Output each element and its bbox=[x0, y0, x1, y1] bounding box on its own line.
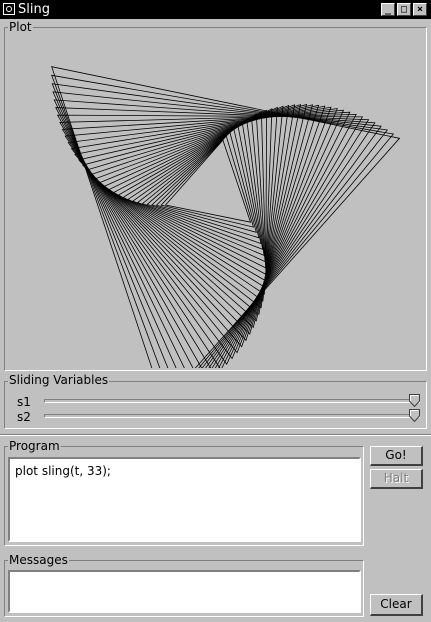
minimize-icon[interactable]: _ bbox=[381, 3, 395, 16]
slider-s1-thumb[interactable] bbox=[409, 394, 420, 407]
messages-label: Messages bbox=[8, 553, 69, 567]
plot-label: Plot bbox=[8, 20, 33, 34]
slider-s2-thumb[interactable] bbox=[409, 409, 420, 422]
halt-button[interactable]: Halt bbox=[370, 469, 423, 489]
program-label: Program bbox=[8, 439, 61, 453]
slider-s1-label: s1 bbox=[17, 395, 31, 409]
go-button[interactable]: Go! bbox=[370, 446, 423, 466]
title-bar[interactable]: Sling _ □ × bbox=[0, 0, 431, 19]
close-icon[interactable]: × bbox=[413, 3, 427, 16]
program-editor[interactable]: plot sling(t, 33); bbox=[8, 457, 361, 542]
divider bbox=[0, 434, 431, 436]
sliding-variables-label: Sliding Variables bbox=[8, 373, 110, 387]
slider-s1-track[interactable] bbox=[44, 399, 420, 403]
plot-triangle bbox=[90, 104, 302, 322]
clear-button[interactable]: Clear bbox=[370, 594, 423, 616]
slider-s2-track[interactable] bbox=[44, 414, 420, 418]
maximize-icon[interactable]: □ bbox=[397, 3, 411, 16]
plot-triangle bbox=[108, 106, 278, 295]
app-icon[interactable] bbox=[3, 3, 15, 15]
messages-output[interactable] bbox=[8, 570, 361, 613]
window-title: Sling bbox=[18, 2, 50, 17]
plot-canvas bbox=[51, 66, 401, 368]
sliding-variables-group bbox=[4, 381, 427, 429]
program-code[interactable]: plot sling(t, 33); bbox=[15, 464, 111, 478]
slider-s2-label: s2 bbox=[17, 410, 31, 424]
